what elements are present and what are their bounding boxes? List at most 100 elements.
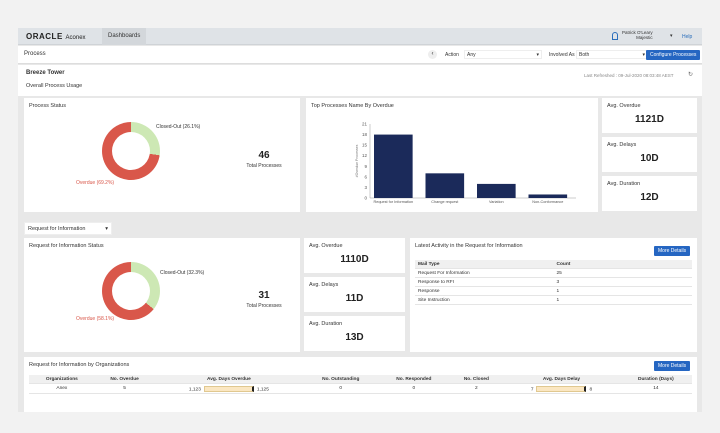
column-header: No. Responded: [378, 375, 450, 384]
page-title: Process: [24, 51, 46, 57]
top-nav: ORACLE Aconex Dashboards Patrick O'Leary…: [18, 28, 702, 45]
table-row[interactable]: Response 1: [415, 287, 692, 296]
stat-card: Avg. Delays 10D: [602, 137, 697, 172]
total-processes-value: 46: [258, 150, 270, 161]
stat-label: Avg. Overdue: [309, 243, 343, 249]
table-cell-responded: 0: [412, 386, 416, 392]
organizations-table: Organizations No. Overdue Avg. Days Overdu…: [29, 375, 692, 394]
refresh-icon[interactable]: ↻: [688, 71, 693, 78]
configure-processes-button[interactable]: Configure Processes: [646, 50, 701, 60]
card-title: Request for Information Status: [29, 243, 104, 249]
card-title: Latest Activity in the Request for Infor…: [415, 243, 523, 249]
table-header-row: Organizations No. Overdue Avg. Days Overdu…: [29, 375, 692, 384]
bar[interactable]: [477, 183, 516, 198]
column-header: No. Outstanding: [303, 375, 379, 384]
oracle-aconex-logo[interactable]: ORACLE Aconex: [26, 32, 86, 41]
action-select[interactable]: Any ▾: [464, 50, 542, 59]
stat-value: 1110D: [340, 254, 369, 265]
stat-value: 13D: [345, 332, 364, 343]
table-cell-overdue: 5: [123, 386, 126, 392]
table-cell: 3: [556, 279, 560, 285]
y-tick-label: 15: [362, 143, 368, 148]
stat-label: Avg. Duration: [309, 321, 343, 327]
table-row[interactable]: Response to RFI 3: [415, 278, 692, 287]
top-processes-card: Top Processes Name By Overdue 0 3 6 9 12 15 18…: [306, 98, 598, 212]
stat-label: Avg. Delays: [309, 282, 339, 288]
section-subtitle: Overall Process Usage: [26, 83, 83, 89]
range-min: 1,123: [188, 386, 201, 392]
table-cell-org: Anex: [56, 386, 68, 392]
card-title: Process Status: [29, 103, 66, 109]
column-header: Avg. Days Overdue: [154, 375, 304, 384]
column-header: No. Overdue: [94, 375, 155, 384]
x-tick-label: Change request: [431, 200, 459, 204]
x-tick-label: Non-Conformance: [532, 200, 563, 204]
user-menu[interactable]: Patrick O'Leary Majestic: [622, 30, 653, 40]
bar[interactable]: [374, 134, 413, 198]
table-cell: Response: [418, 288, 440, 294]
stat-card: Avg. Duration 12D: [602, 176, 697, 211]
process-status-donut[interactable]: [102, 122, 160, 180]
involved-label: Involved As: [549, 52, 575, 58]
organizations-card: Request for Information by Organizations…: [24, 357, 697, 412]
column-header: Mail Type: [415, 260, 554, 269]
rfi-status-card: Request for Information Status Closed-Ou…: [24, 238, 300, 352]
y-tick-label: 21: [362, 122, 368, 127]
closed-out-label: Closed-Out (26.1%): [156, 124, 201, 130]
bar[interactable]: [425, 173, 465, 198]
column-header: Duration (Days): [619, 375, 692, 384]
stat-card: Avg. Overdue 1121D: [602, 98, 697, 133]
table-cell: Request For Information: [418, 270, 470, 276]
table-row[interactable]: Request For Information 25: [415, 269, 692, 278]
avg-days-delay-range: 78: [503, 384, 620, 394]
process-status-card: Process Status Closed-Out (26.1%) Overdu…: [24, 98, 300, 212]
y-tick-label: 18: [362, 132, 368, 137]
range-max: 8: [589, 386, 593, 392]
table-row[interactable]: Site Instruction 1: [415, 296, 692, 305]
table-cell-outstanding: 0: [339, 386, 343, 392]
stat-card: Avg. Duration 13D: [304, 316, 405, 351]
process-type-select[interactable]: Request for Information ▾: [24, 222, 112, 235]
column-header: Organizations: [29, 375, 95, 384]
action-label: Action: [445, 52, 459, 58]
total-processes-value: 31: [258, 290, 270, 301]
column-header: No. Closed: [449, 375, 504, 384]
column-header: Avg. Days Delay: [503, 375, 620, 384]
chevron-left-icon[interactable]: ‹: [428, 50, 437, 59]
bar-chart: 0 3 6 9 12 15 18 21 #Overdue Processes Request fo…: [355, 122, 576, 204]
table-cell: Response to RFI: [418, 279, 454, 285]
overdue-label: Overdue (69.2%): [76, 180, 115, 186]
stat-value: 12D: [640, 192, 659, 203]
project-header: Breeze Tower Overall Process Usage Last …: [18, 65, 702, 96]
stat-label: Avg. Overdue: [607, 103, 641, 109]
tab-dashboards[interactable]: Dashboards: [102, 28, 147, 45]
more-details-button[interactable]: More Details: [654, 246, 691, 256]
table-cell: 1: [556, 297, 560, 303]
y-tick-label: 6: [364, 174, 367, 179]
x-tick-label: Request for Information: [373, 200, 413, 204]
stat-card: Avg. Overdue 1110D: [304, 238, 405, 273]
y-tick-label: 0: [364, 196, 367, 201]
bar[interactable]: [528, 194, 568, 198]
activity-table: Mail Type Count Request For Information 25 R…: [415, 260, 692, 305]
y-tick-label: 9: [364, 164, 367, 169]
user-icon: [612, 32, 618, 40]
total-processes-label: Total Processes: [246, 303, 282, 309]
more-details-button[interactable]: More Details: [654, 361, 691, 371]
rfi-status-donut[interactable]: [102, 262, 160, 320]
x-tick-label: Variation: [489, 200, 504, 204]
range-min: 7: [530, 386, 534, 392]
table-cell: 25: [556, 270, 562, 276]
help-link[interactable]: Help: [682, 34, 692, 40]
y-axis-label: #Overdue Processes: [355, 144, 359, 177]
stat-label: Avg. Duration: [607, 181, 641, 187]
stat-value: 1121D: [635, 114, 664, 125]
involved-select[interactable]: Both ▾: [576, 50, 648, 59]
chevron-down-icon[interactable]: ▾: [670, 33, 673, 39]
project-name: Breeze Tower: [26, 70, 65, 76]
total-processes-label: Total Processes: [246, 163, 282, 169]
app: ORACLE Aconex Dashboards Patrick O'Leary…: [18, 28, 702, 412]
stat-value: 11D: [345, 293, 364, 304]
table-row[interactable]: Anex 5 1,123 1,125 0 0 2 7 8 14: [29, 384, 692, 394]
stat-label: Avg. Delays: [607, 142, 637, 148]
